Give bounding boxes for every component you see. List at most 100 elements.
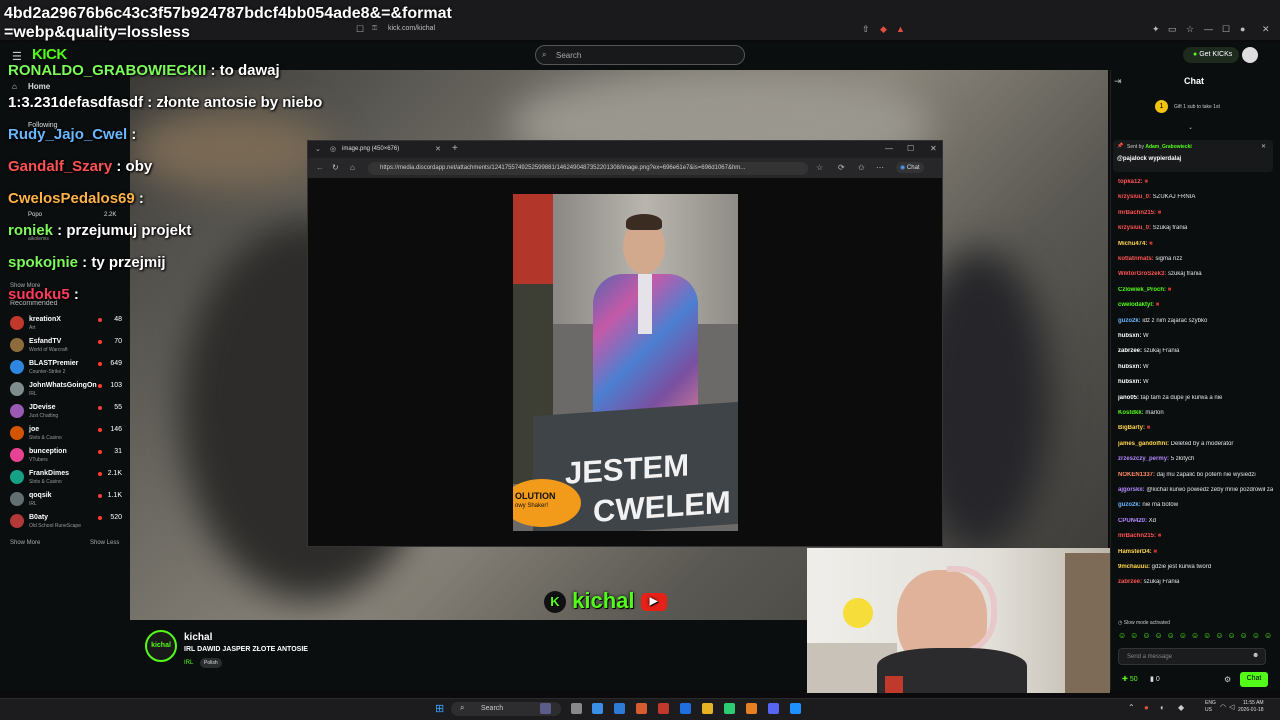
recommended-channel-name[interactable]: BLASTPremier xyxy=(29,360,78,367)
chat-username[interactable]: Michu474: xyxy=(1118,241,1147,247)
task-view-icon[interactable] xyxy=(571,703,582,714)
file-explorer-icon[interactable] xyxy=(702,703,713,714)
channel-avatar[interactable] xyxy=(10,426,24,440)
chat-username[interactable]: zabrzee: xyxy=(1118,348,1142,354)
recommended-channel-name[interactable]: JohnWhatsGoingOn xyxy=(29,382,97,389)
refresh-page-icon[interactable]: ⟳ xyxy=(838,163,845,172)
channel-avatar[interactable] xyxy=(10,514,24,528)
tab-menu-icon[interactable]: ⌄ xyxy=(315,145,321,153)
language-indicator[interactable]: ENG US xyxy=(1205,700,1216,714)
maximize-icon[interactable]: ☐ xyxy=(907,144,914,153)
channel-avatar[interactable] xyxy=(10,404,24,418)
chat-settings-icon[interactable]: ⚙ xyxy=(1224,675,1231,684)
chat-username[interactable]: topka12: xyxy=(1118,179,1143,185)
chat-message-input[interactable]: Send a message xyxy=(1118,648,1266,665)
channel-avatar[interactable] xyxy=(10,338,24,352)
chat-username[interactable]: CPUN420: xyxy=(1118,518,1147,524)
edge-active-icon[interactable] xyxy=(790,703,801,714)
viewer-url-input[interactable]: https://media.discordapp.net/attachments… xyxy=(368,162,808,175)
search-input[interactable]: Search xyxy=(535,45,745,65)
network-icon[interactable]: ◠ xyxy=(1220,703,1226,711)
recommended-channel-name[interactable]: qoqsik xyxy=(29,492,52,499)
kicks-balance[interactable]: ✚ 50 xyxy=(1122,675,1138,683)
recommended-channel-name[interactable]: FrankDimes xyxy=(29,470,69,477)
close-tab-icon[interactable]: ✕ xyxy=(435,145,441,153)
tray-app-icon[interactable]: ◆ xyxy=(1178,703,1184,712)
chat-username[interactable]: guzo2k: xyxy=(1118,502,1141,508)
chat-username[interactable]: BigBarty: xyxy=(1118,425,1145,431)
chat-username[interactable]: kotlatnmats: xyxy=(1118,256,1154,262)
channel-avatar[interactable] xyxy=(10,360,24,374)
gift-icon[interactable]: 1 xyxy=(1155,100,1168,113)
discord-image[interactable]: JESTEM CWELEM OLUTION owy Shaker! xyxy=(513,194,738,531)
edge-icon[interactable] xyxy=(614,703,625,714)
close-window-icon[interactable]: ✕ xyxy=(1262,24,1270,35)
widgets-icon[interactable] xyxy=(540,703,551,714)
chat-username[interactable]: 9mchauuu: xyxy=(1118,564,1150,570)
system-clock[interactable]: 11:55 AM 2026-01-18 xyxy=(1238,700,1264,714)
chat-username[interactable]: WiktorGroSzek3: xyxy=(1118,271,1166,277)
chat-username[interactable]: cwelodaktyl: xyxy=(1118,302,1154,308)
streamer-avatar[interactable]: kichal xyxy=(145,630,177,662)
show-more-recommended[interactable]: Show More xyxy=(10,540,40,546)
extension-icon[interactable]: ◆ xyxy=(880,24,887,35)
windows-start-icon[interactable]: ⊞ xyxy=(435,702,444,715)
recommended-channel-name[interactable]: joe xyxy=(29,426,39,433)
chat-username[interactable]: krzysiuu_0: xyxy=(1118,194,1151,200)
chat-username[interactable]: jano05: xyxy=(1118,395,1139,401)
user-avatar[interactable] xyxy=(1242,47,1258,63)
viewer-tab-title[interactable]: image.png (450×676) xyxy=(342,146,399,152)
channel-avatar[interactable] xyxy=(10,382,24,396)
home-icon[interactable]: ⌂ xyxy=(350,163,355,172)
office-icon[interactable] xyxy=(636,703,647,714)
close-icon[interactable]: ✕ xyxy=(930,144,937,153)
chat-username[interactable]: guzo2k: xyxy=(1118,318,1141,324)
chat-username[interactable]: krzysiuu_0: xyxy=(1118,225,1151,231)
chat-username[interactable]: hubsxn: xyxy=(1118,379,1141,385)
sub-balance[interactable]: ▮ 0 xyxy=(1150,675,1160,683)
channel-avatar[interactable] xyxy=(10,470,24,484)
stream-category[interactable]: IRL xyxy=(184,660,193,666)
chat-username[interactable]: Kostdkk: xyxy=(1118,410,1144,416)
streamer-name[interactable]: kichal xyxy=(184,632,212,643)
alert-icon[interactable]: ▲ xyxy=(896,24,905,34)
collapse-chat-icon[interactable]: ⇥ xyxy=(1114,76,1122,87)
following-channel-name[interactable]: Popo xyxy=(28,212,42,218)
chat-username[interactable]: zabrzee: xyxy=(1118,579,1142,585)
refresh-icon[interactable]: ↻ xyxy=(332,163,339,172)
chat-username[interactable]: Czlowiek_Proch: xyxy=(1118,287,1166,293)
favorite-icon[interactable]: ☆ xyxy=(816,163,823,172)
minimize-icon[interactable]: — xyxy=(1204,24,1213,34)
recommended-channel-name[interactable]: kreationX xyxy=(29,316,61,323)
recommended-channel-name[interactable]: EsfandTV xyxy=(29,338,61,345)
back-icon[interactable]: ← xyxy=(316,163,324,172)
tray-chevron-icon[interactable]: ⌃ xyxy=(1128,703,1135,712)
app-l-icon[interactable] xyxy=(658,703,669,714)
new-tab-icon[interactable]: + xyxy=(452,143,458,154)
favorites-icon[interactable]: ✩ xyxy=(858,163,865,172)
recommended-channel-name[interactable]: bunception xyxy=(29,448,67,455)
volume-icon[interactable]: ◁ xyxy=(1229,703,1234,711)
send-chat-button[interactable]: Chat xyxy=(1240,672,1268,687)
sidebar-toggle-icon[interactable]: ▭ xyxy=(1168,24,1177,35)
app-orange-icon[interactable] xyxy=(746,703,757,714)
channel-avatar[interactable] xyxy=(10,316,24,330)
show-less-recommended[interactable]: Show Less xyxy=(90,540,119,546)
channel-avatar[interactable] xyxy=(10,492,24,506)
profile-icon[interactable]: ● xyxy=(1240,24,1245,34)
app-green-icon[interactable] xyxy=(724,703,735,714)
emoji-picker-icon[interactable]: ☻ xyxy=(1252,652,1259,659)
chat-username[interactable]: HamsterD4: xyxy=(1118,549,1152,555)
emote-bar[interactable]: ☺☺☺☺☺☺☺☺☺☺☺☺☺ xyxy=(1118,631,1276,640)
get-kicks-button[interactable]: ● Get KICKs xyxy=(1183,47,1239,63)
chat-username[interactable]: NOKEN1337: xyxy=(1118,472,1155,478)
mail-icon[interactable] xyxy=(680,703,691,714)
chat-username[interactable]: hubsxn: xyxy=(1118,333,1141,339)
app-icon[interactable] xyxy=(592,703,603,714)
recommended-channel-name[interactable]: B0aty xyxy=(29,514,48,521)
unpin-icon[interactable]: ✕ xyxy=(1261,143,1266,150)
chat-username[interactable]: ajgorskii: xyxy=(1118,487,1145,493)
share-icon[interactable]: ⇧ xyxy=(862,24,870,35)
sidebar-item-home[interactable]: Home xyxy=(28,82,50,91)
pinned-sender[interactable]: Adam_Grabowiecki xyxy=(1145,144,1191,150)
